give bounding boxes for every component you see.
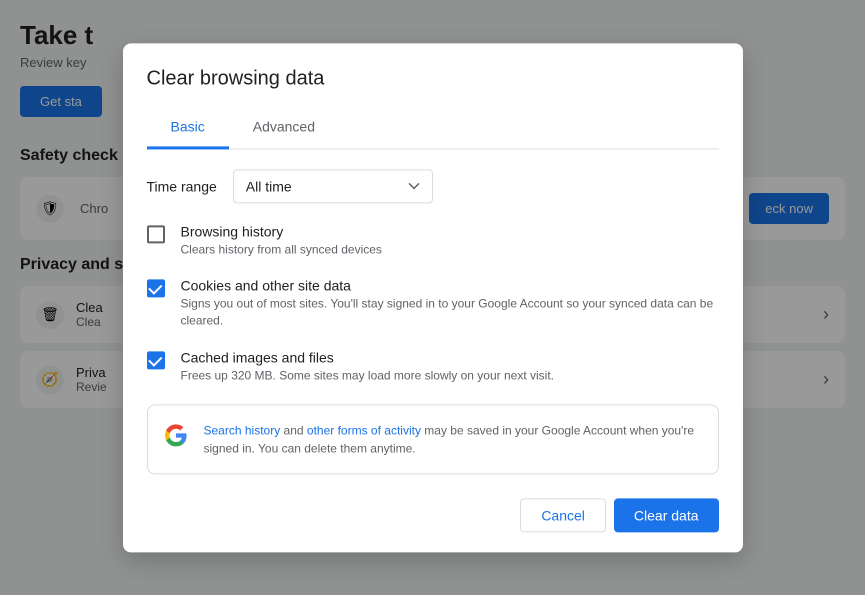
dialog-title: Clear browsing data <box>147 67 719 90</box>
cookies-checkbox-wrapper[interactable] <box>147 280 165 298</box>
cookies-item: Cookies and other site data Signs you ou… <box>147 278 719 330</box>
cached-checkbox[interactable] <box>147 351 165 369</box>
clear-browsing-data-dialog: Clear browsing data Basic Advanced Time … <box>123 43 743 552</box>
other-forms-link[interactable]: other forms of activity <box>307 423 421 437</box>
cookies-text: Cookies and other site data Signs you ou… <box>181 278 719 330</box>
browsing-history-checkbox-wrapper[interactable] <box>147 225 165 243</box>
cached-desc: Frees up 320 MB. Some sites may load mor… <box>181 367 719 384</box>
dialog-tabs: Basic Advanced <box>147 106 719 149</box>
google-g-icon <box>164 423 188 447</box>
info-box-text: Search history and other forms of activi… <box>204 421 702 457</box>
time-range-select[interactable]: All time <box>233 169 433 203</box>
cached-item: Cached images and files Frees up 320 MB.… <box>147 349 719 384</box>
dialog-actions: Cancel Clear data <box>147 498 719 532</box>
browsing-history-item: Browsing history Clears history from all… <box>147 223 719 258</box>
cookies-checkbox[interactable] <box>147 280 165 298</box>
browsing-history-desc: Clears history from all synced devices <box>181 241 719 258</box>
cached-title: Cached images and files <box>181 349 719 365</box>
cached-text: Cached images and files Frees up 320 MB.… <box>181 349 719 384</box>
time-range-label: Time range <box>147 178 217 194</box>
browsing-history-text: Browsing history Clears history from all… <box>181 223 719 258</box>
browsing-history-title: Browsing history <box>181 223 719 239</box>
cookies-desc: Signs you out of most sites. You'll stay… <box>181 296 719 330</box>
info-box: Search history and other forms of activi… <box>147 404 719 474</box>
tab-advanced[interactable]: Advanced <box>229 106 339 149</box>
time-range-row: Time range All time <box>147 169 719 203</box>
search-history-link[interactable]: Search history <box>204 423 281 437</box>
browsing-history-checkbox[interactable] <box>147 225 165 243</box>
tab-basic[interactable]: Basic <box>147 106 229 149</box>
cancel-button[interactable]: Cancel <box>520 498 606 532</box>
cookies-title: Cookies and other site data <box>181 278 719 294</box>
cached-checkbox-wrapper[interactable] <box>147 351 165 369</box>
clear-data-button[interactable]: Clear data <box>614 498 719 532</box>
